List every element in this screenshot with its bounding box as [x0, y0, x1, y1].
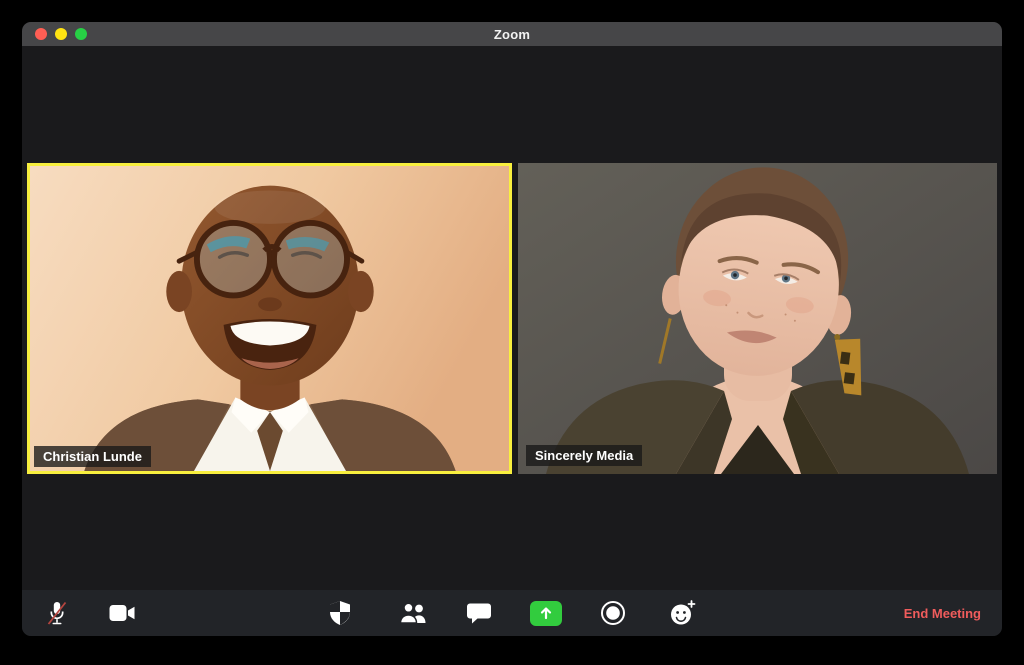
chat-button[interactable]: [457, 590, 501, 636]
end-meeting-button[interactable]: End Meeting: [904, 590, 981, 636]
window-title: Zoom: [22, 27, 1002, 42]
video-tile-christian-lunde[interactable]: Christian Lunde: [27, 163, 512, 474]
window-titlebar[interactable]: Zoom: [22, 22, 1002, 46]
microphone-muted-icon: [45, 600, 69, 626]
participant-video-man: [30, 166, 509, 471]
screen: Zoom: [0, 0, 1024, 665]
video-button[interactable]: [100, 590, 144, 636]
video-area: Christian Lunde: [22, 46, 1002, 590]
record-icon: [600, 600, 626, 626]
participant-name-label: Sincerely Media: [526, 445, 642, 466]
video-camera-icon: [109, 604, 135, 622]
chat-bubble-icon: [466, 602, 492, 625]
participant-name-label: Christian Lunde: [34, 446, 151, 467]
participants-icon: [398, 602, 428, 624]
zoom-window: Zoom: [22, 22, 1002, 636]
security-button[interactable]: [318, 590, 362, 636]
share-screen-icon: [530, 601, 562, 626]
record-button[interactable]: [591, 590, 635, 636]
mute-button[interactable]: [35, 590, 79, 636]
reactions-button[interactable]: [660, 590, 704, 636]
reactions-icon: [669, 600, 696, 626]
participant-video-woman: [518, 163, 997, 474]
shield-icon: [328, 600, 352, 626]
video-tile-sincerely-media[interactable]: Sincerely Media: [518, 163, 997, 474]
meeting-toolbar: End Meeting: [22, 590, 1002, 636]
share-screen-button[interactable]: [524, 590, 568, 636]
participants-button[interactable]: [391, 590, 435, 636]
